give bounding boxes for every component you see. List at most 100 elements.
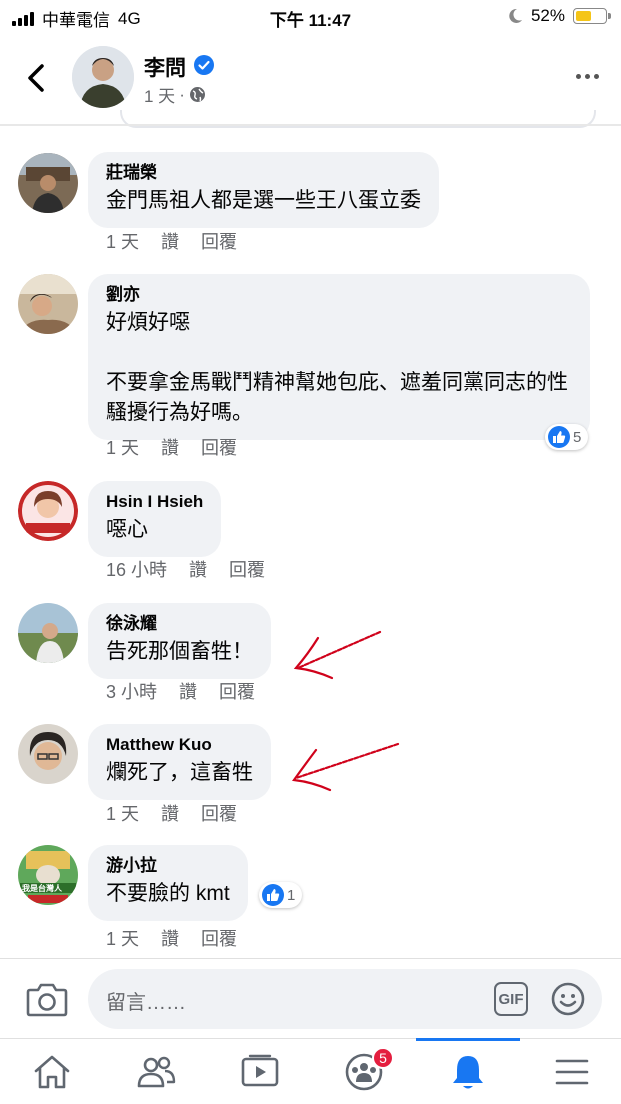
tab-menu[interactable] [520, 1039, 621, 1104]
like-action[interactable]: 讚 [179, 678, 197, 704]
commenter-name[interactable]: 莊瑞榮 [106, 162, 421, 184]
comment-bubble: 莊瑞榮 金門馬祖人都是選一些王八蛋立委 [88, 152, 439, 228]
tab-notifications[interactable] [416, 1038, 520, 1104]
comment-actions: 3 小時 讚 回覆 [106, 678, 255, 704]
verified-badge-icon [194, 55, 214, 75]
battery-percent: 52% [530, 6, 565, 25]
friends-icon [137, 1056, 176, 1088]
menu-icon [555, 1059, 589, 1085]
comment: 劉亦 好煩好噁 不要拿金馬戰鬥精神幫她包庇、遮羞同黨同志的性騷擾行為好嗎。 5 … [0, 274, 621, 464]
comment-time: 1 天 [106, 929, 140, 949]
comment-time: 16 小時 [106, 560, 168, 580]
avatar-caption: 我是台灣人 [22, 884, 62, 893]
reply-action[interactable]: 回覆 [229, 556, 265, 582]
commenter-avatar[interactable] [18, 603, 78, 663]
comment-bubble: Hsin I Hsieh 噁心 [88, 481, 222, 557]
commenter-name[interactable]: 劉亦 [106, 284, 572, 306]
reaction-badge[interactable]: 5 [545, 424, 589, 450]
comment-text: 爛死了，這畜牲 [106, 761, 253, 784]
battery-icon [573, 8, 611, 24]
commenter-name[interactable]: 游小拉 [106, 855, 230, 877]
reaction-count: 1 [287, 886, 296, 904]
commenter-avatar[interactable]: 我是台灣人 [18, 845, 78, 905]
meta-separator: · [179, 84, 185, 104]
comment: Matthew Kuo 爛死了，這畜牲 1 天 讚 回覆 [0, 724, 621, 834]
tab-watch[interactable] [208, 1039, 312, 1104]
status-right: 52% [507, 6, 611, 26]
like-action[interactable]: 讚 [161, 228, 179, 254]
home-icon [34, 1055, 70, 1089]
comment-actions: 1 天 讚 回覆 [106, 800, 237, 826]
commenter-avatar[interactable] [18, 153, 78, 213]
commenter-avatar[interactable] [18, 481, 78, 541]
comment-time: 1 天 [106, 438, 140, 458]
composer-divider [0, 958, 621, 959]
author-avatar-image [72, 46, 134, 108]
author-avatar[interactable] [72, 46, 134, 108]
watch-icon [241, 1054, 279, 1087]
tab-friends[interactable] [104, 1039, 208, 1104]
like-reaction-icon [262, 884, 284, 906]
author-name[interactable]: 李問 [144, 52, 186, 82]
tab-groups[interactable]: 5 [312, 1039, 416, 1104]
bottom-tab-bar: 5 [0, 1038, 621, 1104]
notifications-bell-icon [453, 1056, 483, 1089]
post-meta: 1 天 · [144, 82, 206, 107]
battery-fill [576, 11, 591, 21]
comment-input[interactable]: 留言…… [106, 986, 186, 1015]
globe-icon [189, 87, 205, 102]
status-bar: 中華電信 4G 下午 11:47 52% [0, 0, 621, 32]
comment-bubble: 徐泳耀 告死那個畜牲！ [88, 603, 271, 679]
camera-button[interactable] [26, 980, 68, 1018]
post-age: 1 天 [144, 87, 176, 106]
emoji-button[interactable] [550, 981, 586, 1017]
reaction-count: 5 [573, 428, 582, 446]
reply-action[interactable]: 回覆 [219, 678, 255, 704]
comment-time: 3 小時 [106, 682, 158, 702]
like-action[interactable]: 讚 [161, 925, 179, 951]
comment-text: 好煩好噁 不要拿金馬戰鬥精神幫她包庇、遮羞同黨同志的性騷擾行為好嗎。 [106, 311, 568, 424]
like-action[interactable]: 讚 [189, 556, 207, 582]
commenter-name[interactable]: Matthew Kuo [106, 734, 253, 756]
reply-action[interactable]: 回覆 [201, 925, 237, 951]
comment-actions: 1 天 讚 回覆 [106, 434, 237, 460]
comment-bubble: 劉亦 好煩好噁 不要拿金馬戰鬥精神幫她包庇、遮羞同黨同志的性騷擾行為好嗎。 [88, 274, 590, 440]
commenter-avatar[interactable] [18, 274, 78, 334]
reply-action[interactable]: 回覆 [201, 800, 237, 826]
comment-time: 1 天 [106, 804, 140, 824]
comment: Hsin I Hsieh 噁心 16 小時 讚 回覆 [0, 481, 621, 591]
comment-time: 1 天 [106, 232, 140, 252]
commenter-avatar[interactable] [18, 724, 78, 784]
reply-action[interactable]: 回覆 [201, 228, 237, 254]
groups-notification-badge: 5 [372, 1047, 394, 1069]
comment: 莊瑞榮 金門馬祖人都是選一些王八蛋立委 1 天 讚 回覆 [0, 152, 621, 262]
camera-icon [26, 983, 68, 1017]
chevron-left-icon [28, 64, 44, 92]
header-divider [0, 124, 621, 126]
commenter-name[interactable]: Hsin I Hsieh [106, 491, 203, 513]
reply-action[interactable]: 回覆 [201, 434, 237, 460]
comment-actions: 16 小時 讚 回覆 [106, 556, 265, 582]
comment-text: 金門馬祖人都是選一些王八蛋立委 [106, 189, 421, 212]
comment-actions: 1 天 讚 回覆 [106, 228, 237, 254]
comment-text: 不要臉的 kmt [106, 882, 230, 905]
comment: 徐泳耀 告死那個畜牲！ 3 小時 讚 回覆 [0, 603, 621, 713]
comment-bubble: 游小拉 不要臉的 kmt [88, 845, 248, 921]
commenter-name[interactable]: 徐泳耀 [106, 613, 253, 635]
like-action[interactable]: 讚 [161, 800, 179, 826]
tab-home[interactable] [0, 1039, 104, 1104]
more-options-button[interactable] [576, 74, 599, 79]
gif-button[interactable]: GIF [494, 982, 528, 1016]
like-reaction-icon [548, 426, 570, 448]
do-not-disturb-icon [509, 8, 522, 23]
comment: 我是台灣人 游小拉 不要臉的 kmt 1 1 天 讚 回覆 [0, 845, 621, 955]
like-action[interactable]: 讚 [161, 434, 179, 460]
reaction-badge[interactable]: 1 [259, 882, 303, 908]
emoji-icon [551, 982, 585, 1016]
comment-bubble: Matthew Kuo 爛死了，這畜牲 [88, 724, 271, 800]
back-button[interactable] [20, 58, 52, 98]
comment-text: 噁心 [106, 518, 148, 541]
comment-actions: 1 天 讚 回覆 [106, 925, 237, 951]
more-horizontal-icon [576, 74, 581, 79]
comment-composer[interactable]: 留言…… GIF [88, 969, 602, 1029]
